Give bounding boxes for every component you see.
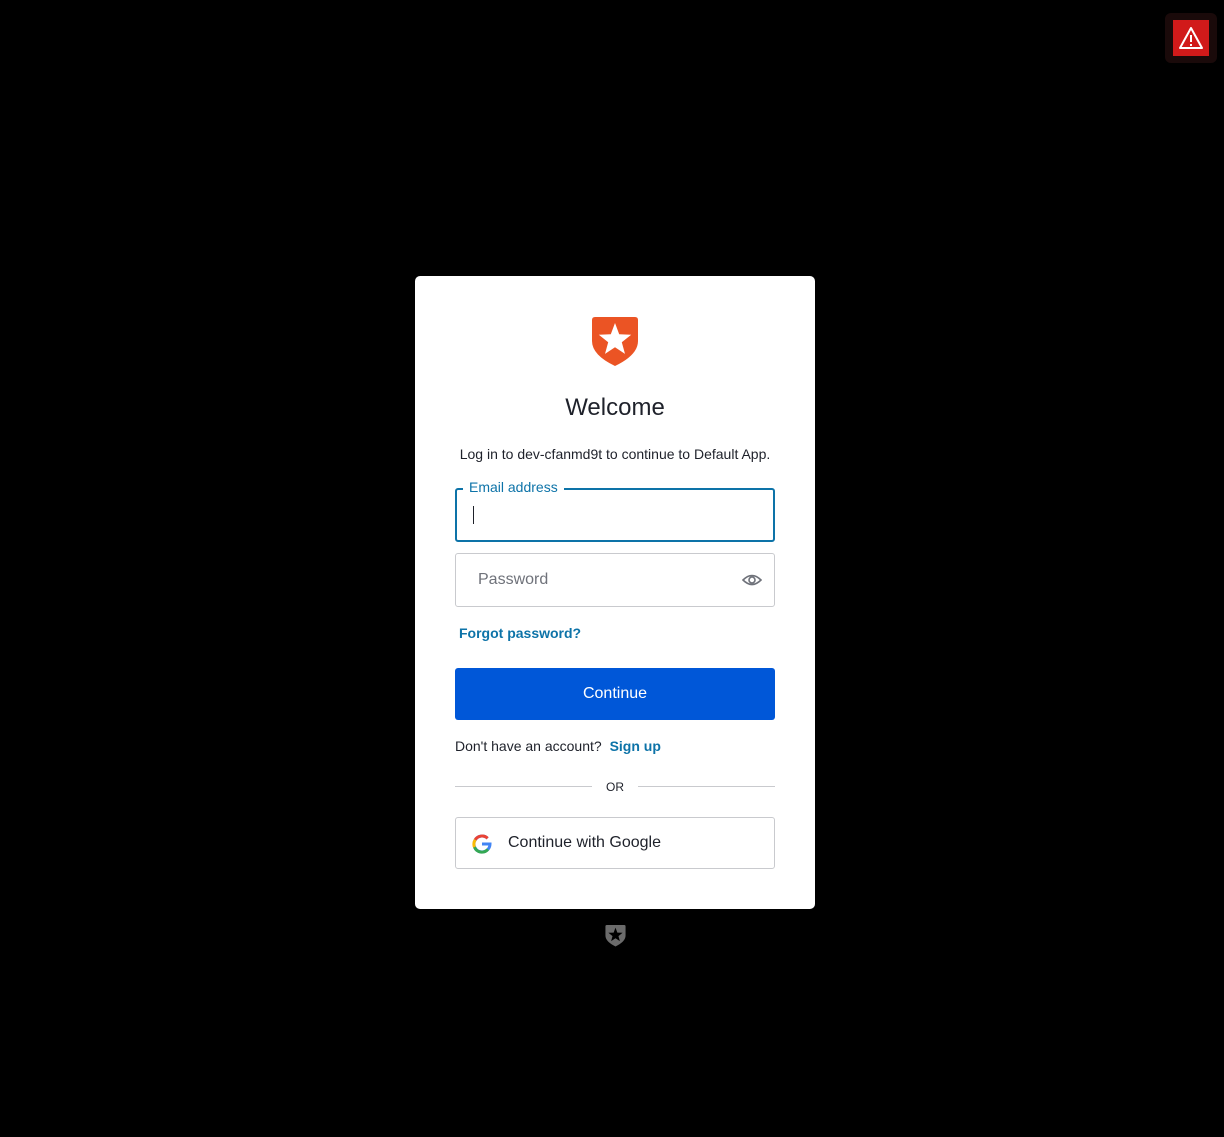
warning-icon	[1173, 20, 1209, 56]
alert-badge[interactable]	[1165, 13, 1217, 63]
auth0-logo	[591, 315, 639, 367]
page-title: Welcome	[565, 394, 665, 421]
email-field-label: Email address	[463, 479, 564, 495]
google-button-label: Continue with Google	[508, 834, 661, 851]
text-caret	[473, 506, 474, 524]
forgot-password-link[interactable]: Forgot password?	[459, 625, 581, 641]
or-divider-text: OR	[606, 780, 624, 794]
google-icon	[472, 834, 492, 854]
password-placeholder: Password	[478, 571, 549, 588]
divider-right	[638, 786, 775, 787]
signup-link[interactable]: Sign up	[610, 738, 661, 754]
continue-with-google-button[interactable]: Continue with Google	[455, 817, 775, 869]
signup-row: Don't have an account? Sign up	[455, 738, 661, 754]
password-field[interactable]: Password	[455, 553, 775, 607]
login-card: Welcome Log in to dev-cfanmd9t to contin…	[415, 276, 815, 909]
page-subtitle: Log in to dev-cfanmd9t to continue to De…	[459, 446, 771, 462]
no-account-text: Don't have an account?	[455, 738, 602, 754]
show-password-eye-icon[interactable]	[741, 571, 763, 589]
continue-button[interactable]: Continue	[455, 668, 775, 720]
auth0-footer-logo-icon	[605, 924, 626, 947]
email-field[interactable]	[455, 488, 775, 542]
